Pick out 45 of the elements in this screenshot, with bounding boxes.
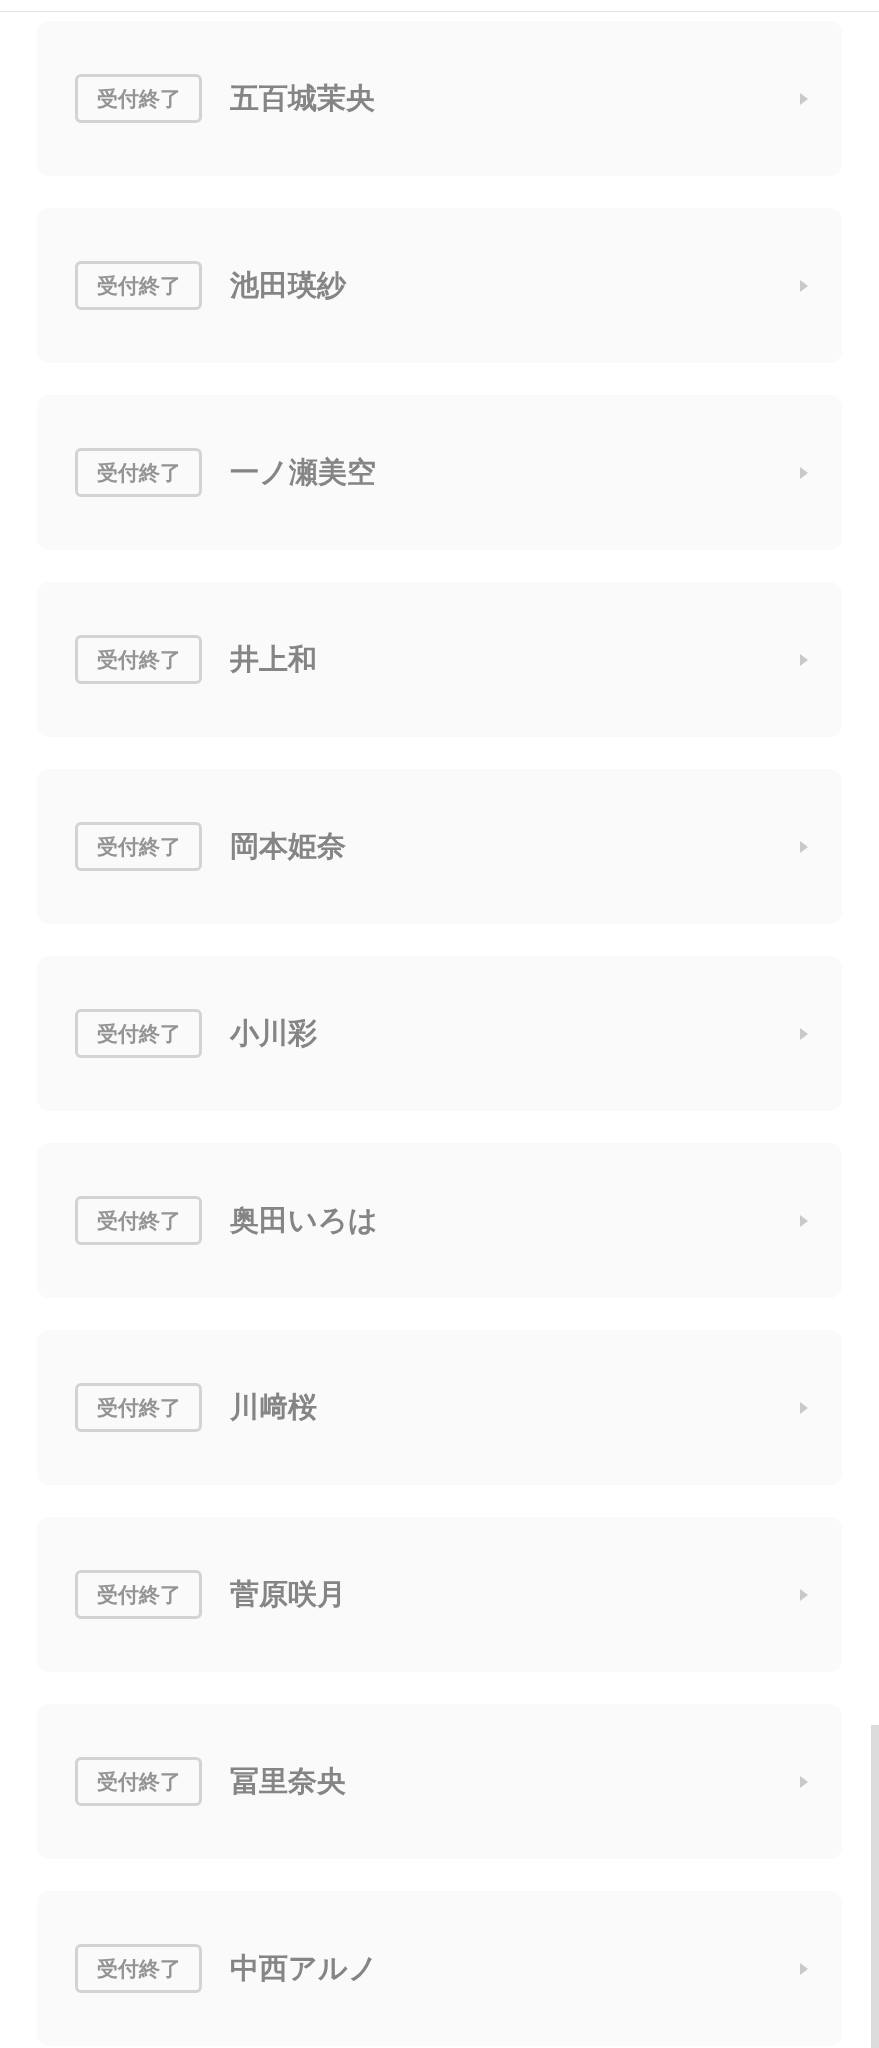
list-item-card[interactable]: 受付終了 中西アルノ: [37, 1891, 842, 2046]
status-badge: 受付終了: [75, 1944, 202, 1993]
status-badge: 受付終了: [75, 1570, 202, 1619]
list-item-card[interactable]: 受付終了 菅原咲月: [37, 1517, 842, 1672]
list-item-card[interactable]: 受付終了 川﨑桜: [37, 1330, 842, 1485]
triangle-arrow-icon: [800, 653, 808, 666]
list-item-card[interactable]: 受付終了 奥田いろは: [37, 1143, 842, 1298]
status-badge: 受付終了: [75, 261, 202, 310]
member-name: 井上和: [230, 640, 317, 678]
member-name: 菅原咲月: [230, 1575, 346, 1613]
list-item-card[interactable]: 受付終了 井上和: [37, 582, 842, 737]
list-item-card[interactable]: 受付終了 小川彩: [37, 956, 842, 1111]
status-badge: 受付終了: [75, 1383, 202, 1432]
triangle-arrow-icon: [800, 1401, 808, 1414]
triangle-arrow-icon: [800, 466, 808, 479]
list-item-card[interactable]: 受付終了 岡本姫奈: [37, 769, 842, 924]
list-item-card[interactable]: 受付終了 五百城茉央: [37, 21, 842, 176]
status-badge: 受付終了: [75, 1196, 202, 1245]
list-item-card[interactable]: 受付終了 冨里奈央: [37, 1704, 842, 1859]
list-item-card[interactable]: 受付終了 池田瑛紗: [37, 208, 842, 363]
status-badge: 受付終了: [75, 822, 202, 871]
status-badge: 受付終了: [75, 1009, 202, 1058]
triangle-arrow-icon: [800, 840, 808, 853]
list-item-card[interactable]: 受付終了 一ノ瀬美空: [37, 395, 842, 550]
status-badge: 受付終了: [75, 1757, 202, 1806]
triangle-arrow-icon: [800, 1775, 808, 1788]
status-badge: 受付終了: [75, 635, 202, 684]
triangle-arrow-icon: [800, 92, 808, 105]
member-name: 奥田いろは: [230, 1201, 378, 1239]
triangle-arrow-icon: [800, 1588, 808, 1601]
triangle-arrow-icon: [800, 279, 808, 292]
scrollbar-thumb[interactable]: [871, 1725, 879, 2048]
member-name: 池田瑛紗: [230, 266, 346, 304]
member-name: 一ノ瀬美空: [230, 453, 376, 491]
member-name: 冨里奈央: [230, 1762, 346, 1800]
member-name: 中西アルノ: [230, 1949, 378, 1987]
status-badge: 受付終了: [75, 74, 202, 123]
member-name: 岡本姫奈: [230, 827, 346, 865]
member-name: 小川彩: [230, 1014, 317, 1052]
member-name: 五百城茉央: [230, 79, 375, 117]
member-name: 川﨑桜: [230, 1388, 317, 1426]
triangle-arrow-icon: [800, 1027, 808, 1040]
triangle-arrow-icon: [800, 1214, 808, 1227]
status-badge: 受付終了: [75, 448, 202, 497]
triangle-arrow-icon: [800, 1962, 808, 1975]
